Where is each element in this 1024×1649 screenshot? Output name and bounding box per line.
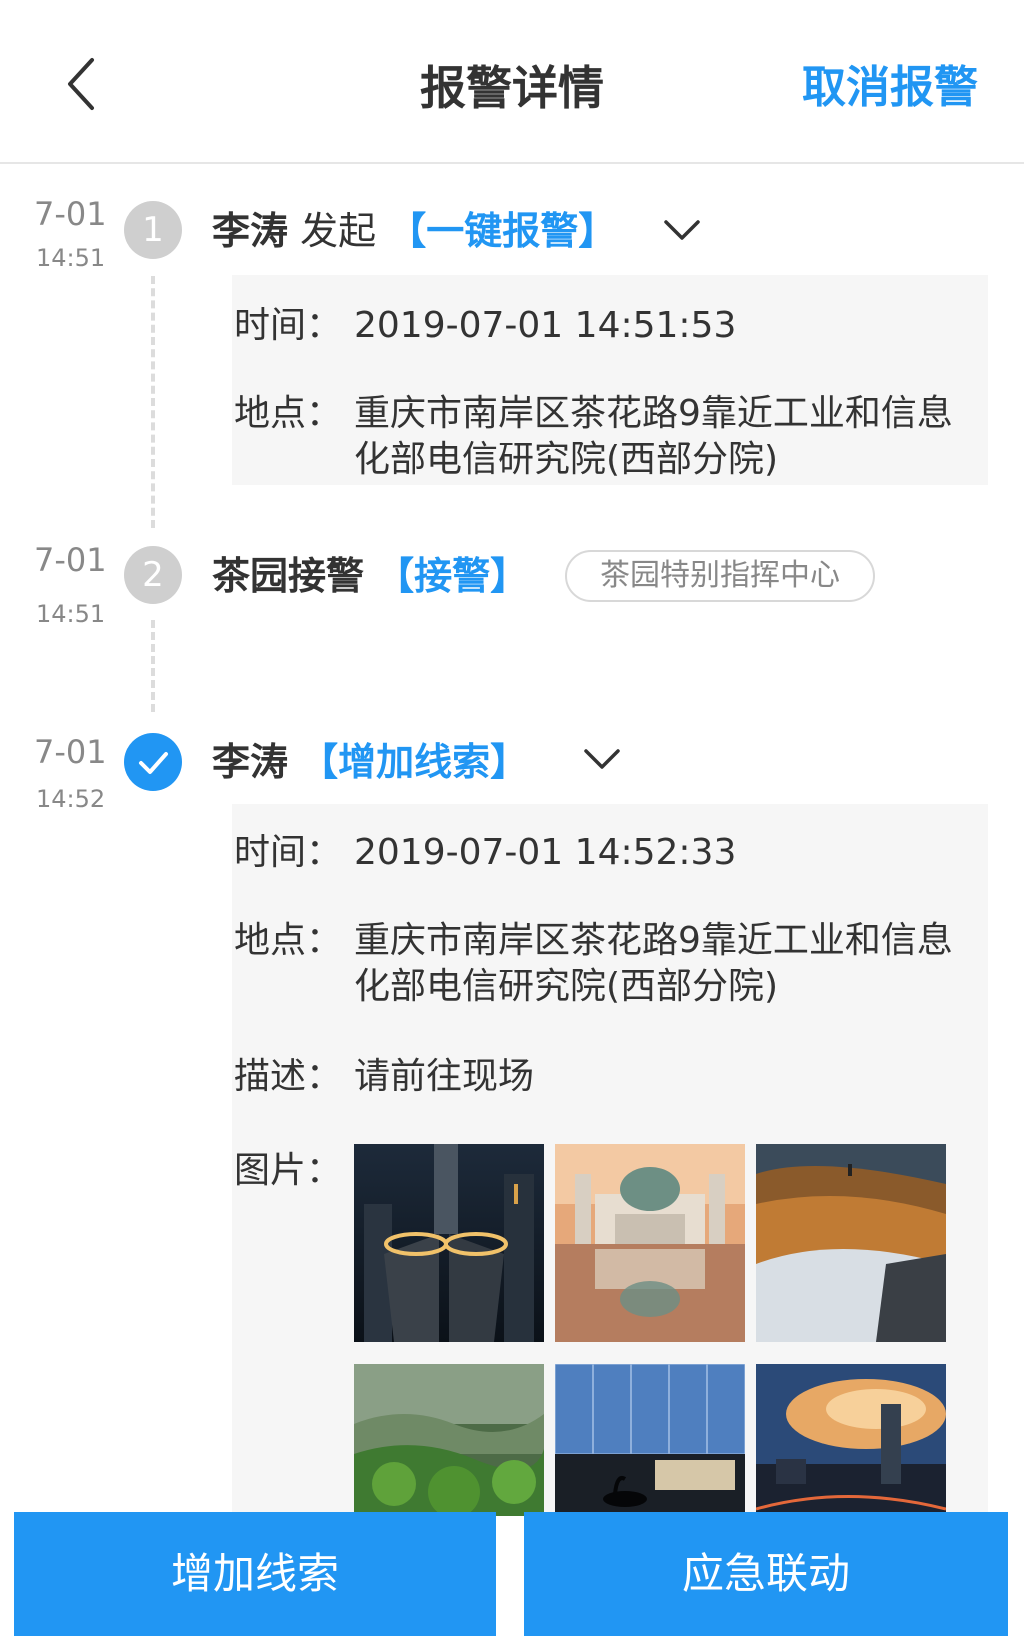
step-number-badge: 1 bbox=[124, 201, 182, 259]
timeline-date: 7-01 bbox=[34, 541, 107, 579]
completed-step-badge bbox=[124, 733, 182, 791]
chevron-down-icon bbox=[664, 220, 700, 240]
photo-thumbnail[interactable] bbox=[555, 1144, 745, 1342]
timeline-item-title: 茶园接警 【接警】 bbox=[212, 548, 528, 604]
chevron-down-icon bbox=[584, 749, 620, 769]
timeline-connector bbox=[151, 276, 155, 528]
timeline-item-title: 李涛 发起 【一键报警】 bbox=[212, 203, 616, 259]
person-name: 茶园接警 bbox=[212, 554, 365, 598]
detail-time-value: 2019-07-01 14:51:53 bbox=[354, 305, 737, 346]
cancel-alarm-button[interactable]: 取消报警 bbox=[802, 56, 978, 120]
timeline-date: 7-01 bbox=[34, 195, 107, 233]
action-type: 【一键报警】 bbox=[388, 209, 617, 253]
photo-thumbnail[interactable] bbox=[756, 1364, 946, 1516]
detail-label: 时间： bbox=[234, 832, 343, 873]
expand-toggle[interactable] bbox=[582, 747, 622, 771]
photo-thumbnail[interactable] bbox=[354, 1364, 544, 1516]
photo-thumbnail[interactable] bbox=[555, 1364, 745, 1516]
action-type: 【接警】 bbox=[376, 554, 529, 598]
timeline-time: 14:51 bbox=[36, 600, 106, 628]
photo-thumbnail[interactable] bbox=[354, 1144, 544, 1342]
person-name: 李涛 bbox=[212, 740, 289, 784]
detail-label: 地点： bbox=[234, 920, 343, 961]
dispatch-center-tag: 茶园特别指挥中心 bbox=[565, 550, 875, 602]
action-verb: 发起 bbox=[300, 209, 377, 253]
detail-label: 描述： bbox=[234, 1056, 343, 1097]
header-bar: 报警详情 取消报警 bbox=[0, 0, 1024, 164]
expand-toggle[interactable] bbox=[662, 218, 702, 242]
person-name: 李涛 bbox=[212, 209, 289, 253]
timeline-connector bbox=[151, 620, 155, 712]
detail-card: 时间： 2019-07-01 14:51:53 地点： 重庆市南岸区茶花路9靠近… bbox=[232, 275, 988, 485]
timeline-time: 14:51 bbox=[36, 244, 106, 272]
detail-time-value: 2019-07-01 14:52:33 bbox=[354, 832, 737, 873]
detail-place-value: 重庆市南岸区茶花路9靠近工业和信息化部电信研究院(西部分院) bbox=[354, 393, 953, 480]
step-number-badge: 2 bbox=[124, 546, 182, 604]
add-clue-button[interactable]: 增加线索 bbox=[14, 1512, 496, 1636]
photo-thumbnail[interactable] bbox=[756, 1144, 946, 1342]
timeline-date: 7-01 bbox=[34, 733, 107, 771]
timeline-item-title: 李涛 【增加线索】 bbox=[212, 734, 528, 790]
timeline-time: 14:52 bbox=[36, 785, 106, 813]
checkmark-icon bbox=[139, 752, 168, 774]
detail-place-value: 重庆市南岸区茶花路9靠近工业和信息化部电信研究院(西部分院) bbox=[354, 920, 953, 1007]
detail-label: 图片： bbox=[234, 1150, 343, 1191]
action-type: 【增加线索】 bbox=[300, 740, 529, 784]
detail-card: 时间： 2019-07-01 14:52:33 地点： 重庆市南岸区茶花路9靠近… bbox=[232, 804, 988, 1516]
emergency-linkage-button[interactable]: 应急联动 bbox=[524, 1512, 1008, 1636]
detail-label: 地点： bbox=[234, 393, 343, 434]
detail-desc-value: 请前往现场 bbox=[354, 1056, 535, 1097]
detail-label: 时间： bbox=[234, 305, 343, 346]
